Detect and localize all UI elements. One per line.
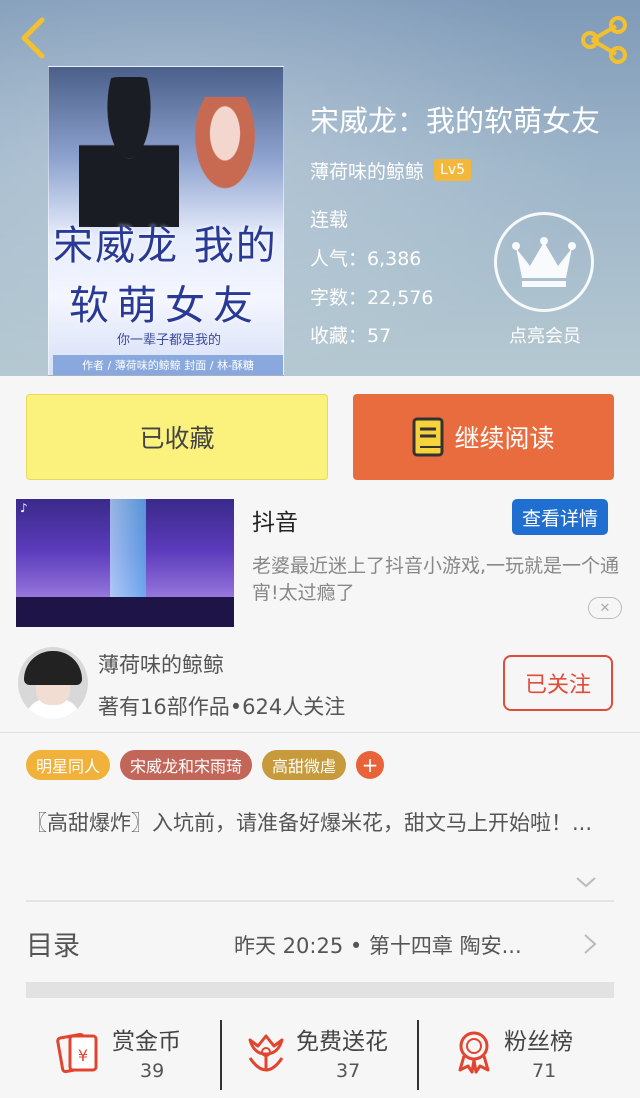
ad-thumb-tower: [110, 499, 146, 609]
book-icon: [412, 417, 444, 457]
back-arrow-icon[interactable]: [14, 14, 54, 62]
ad-close-icon[interactable]: ✕: [588, 597, 622, 619]
book-cover[interactable]: 宋威龙 我的 软萌女友 你一辈子都是我的 作者 / 薄荷味的鲸鲸 封面 / 林-…: [48, 66, 284, 376]
author-name[interactable]: 薄荷味的鲸鲸: [310, 157, 424, 184]
chevron-right-icon: [584, 934, 597, 954]
author-card: 薄荷味的鲸鲸 著有16部作品•624人关注 已关注: [0, 635, 640, 733]
fan-ranking-button[interactable]: 粉丝榜 71: [452, 1016, 612, 1088]
vip-button[interactable]: 点亮会员: [494, 212, 596, 352]
ad-detail-button[interactable]: 查看详情: [512, 499, 608, 535]
cover-credit: 作者 / 薄荷味的鲸鲸 封面 / 林-酥糖: [53, 355, 283, 375]
level-badge: Lv5: [434, 159, 472, 181]
tag-item[interactable]: 宋威龙和宋雨琦: [120, 750, 253, 780]
follow-button[interactable]: 已关注: [503, 655, 613, 711]
reward-count: 39: [140, 1060, 165, 1082]
word-count-stat: 字数：22,576: [310, 287, 434, 309]
collected-button[interactable]: 已收藏: [26, 394, 328, 480]
avatar-hair: [24, 651, 82, 685]
toc-label: 目录: [26, 931, 80, 962]
reward-label: 赏金币: [112, 1029, 181, 1055]
ad-thumb-ground: [16, 597, 234, 627]
tiktok-logo-icon: ♪: [20, 501, 28, 515]
cover-title-line1: 宋威龙 我的: [53, 223, 278, 269]
fan-ranking-count: 71: [532, 1060, 557, 1082]
continue-reading-button[interactable]: 继续阅读: [353, 394, 614, 480]
chevron-down-icon[interactable]: [574, 872, 598, 892]
favorites-stat: 收藏：57: [310, 325, 392, 347]
book-intro[interactable]: 〖高甜爆炸〗入坑前，请准备好爆米花，甜文马上开始啦！...: [26, 808, 616, 839]
fan-ranking-label: 粉丝榜: [504, 1029, 573, 1055]
divider: [26, 900, 614, 902]
share-icon[interactable]: [578, 16, 630, 64]
svg-text:¥: ¥: [78, 1046, 88, 1065]
continue-reading-label: 继续阅读: [454, 424, 555, 453]
divider: [417, 1020, 419, 1090]
latest-chapter: 昨天 20:25 • 第十四章 陶安...: [234, 934, 522, 958]
author-row[interactable]: 薄荷味的鲸鲸 Lv5: [310, 156, 472, 184]
toc-row[interactable]: 目录 昨天 20:25 • 第十四章 陶安...: [26, 912, 614, 976]
bottom-action-bar: ¥ 赏金币 39 免费送花 37 粉丝榜 71: [0, 1016, 640, 1098]
ad-title[interactable]: 抖音: [252, 503, 298, 537]
flower-count: 37: [336, 1060, 361, 1082]
book-title: 宋威龙：我的软萌女友: [310, 104, 601, 138]
send-flower-button[interactable]: 免费送花 37: [244, 1016, 414, 1088]
tag-list: 明星同人 宋威龙和宋雨琦 高甜微虐 +: [26, 750, 385, 780]
author-card-meta: 著有16部作品•624人关注: [98, 695, 346, 719]
cover-figure-female: [173, 97, 277, 227]
crown-icon: [494, 212, 594, 312]
coin-envelope-icon: ¥: [56, 1032, 98, 1074]
section-divider: [26, 982, 614, 998]
award-ribbon-icon: [458, 1031, 490, 1074]
vip-label: 点亮会员: [509, 326, 581, 347]
tag-item[interactable]: 明星同人: [26, 750, 111, 780]
book-header: 宋威龙 我的 软萌女友 你一辈子都是我的 作者 / 薄荷味的鲸鲸 封面 / 林-…: [0, 0, 640, 376]
flower-icon: [248, 1034, 284, 1072]
divider: [220, 1020, 222, 1090]
reward-coins-button[interactable]: ¥ 赏金币 39: [56, 1016, 216, 1088]
ad-description[interactable]: 老婆最近迷上了抖音小游戏,一玩就是一个通宵!太过瘾了: [252, 553, 622, 607]
ad-thumbnail[interactable]: ♪: [16, 499, 234, 627]
ad-banner: ♪ 抖音 查看详情 老婆最近迷上了抖音小游戏,一玩就是一个通宵!太过瘾了 ✕: [0, 495, 640, 635]
tag-item[interactable]: 高甜微虐: [262, 750, 347, 780]
cover-tagline: 你一辈子都是我的: [116, 333, 221, 348]
flower-label: 免费送花: [296, 1029, 388, 1055]
popularity-stat: 人气：6,386: [310, 248, 422, 270]
author-card-name[interactable]: 薄荷味的鲸鲸: [98, 649, 224, 679]
status-text: 连载: [310, 209, 349, 231]
cover-title-line2: 软萌女友: [69, 283, 261, 329]
cover-figure-male: [79, 77, 179, 227]
avatar[interactable]: [18, 647, 88, 719]
collected-label: 已收藏: [139, 424, 215, 453]
add-tag-button[interactable]: +: [356, 751, 385, 779]
